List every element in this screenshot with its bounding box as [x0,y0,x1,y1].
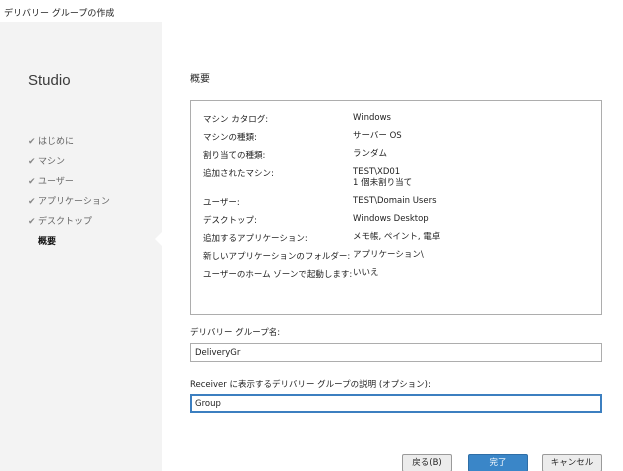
back-button[interactable]: 戻る(B) [402,454,452,471]
window-title: デリバリー グループの作成 [4,9,115,19]
step-label: 概要 [38,237,57,247]
step-label: マシン [38,157,66,167]
summary-label: ユーザー: [203,198,240,208]
description-label: Receiver に表示するデリバリー グループの説明 (オプション): [190,380,431,390]
summary-label: デスクトップ: [203,216,257,226]
check-icon: ✔ [28,137,36,147]
summary-label: 追加するアプリケーション: [203,234,308,244]
check-icon: ✔ [28,157,36,167]
summary-label: 追加されたマシン: [203,169,274,179]
step-applications[interactable]: ✔ アプリケーション [28,192,110,212]
check-icon: ✔ [28,197,36,207]
title-bar: デリバリー グループの作成 [0,0,623,22]
check-icon: ✔ [28,217,36,227]
step-summary[interactable]: 概要 [28,232,110,252]
summary-value: サーバー OS [353,131,402,141]
summary-label: マシン カタログ: [203,115,269,125]
cancel-button[interactable]: キャンセル [542,454,602,471]
summary-label: ユーザーのホーム ゾーンで起動します: [203,270,353,280]
step-desktops[interactable]: ✔ デスクトップ [28,212,110,232]
step-users[interactable]: ✔ ユーザー [28,172,110,192]
summary-value: メモ帳, ペイント, 電卓 [353,232,441,242]
group-name-label: デリバリー グループ名: [190,328,281,338]
step-label: はじめに [38,137,75,147]
summary-value: ランダム [353,149,388,159]
step-intro[interactable]: ✔ はじめに [28,132,110,152]
step-label: アプリケーション [38,197,110,207]
summary-value: Windows [353,113,391,123]
wizard-steps: ✔ はじめに ✔ マシン ✔ ユーザー ✔ アプリケーション ✔ デスクトップ 概要 [28,132,110,252]
finish-button[interactable]: 完了 [468,454,528,471]
summary-box: マシン カタログ: Windows マシンの種類: サーバー OS 割り当ての種… [190,100,602,315]
studio-brand: Studio [28,72,71,89]
page-title: 概要 [190,74,210,85]
summary-value-secondary: 1 個未割り当て [353,178,413,188]
check-icon: ✔ [28,177,36,187]
current-step-pointer [155,232,162,246]
summary-value: Windows Desktop [353,214,429,224]
summary-value: アプリケーション\ [353,250,424,260]
step-machines[interactable]: ✔ マシン [28,152,110,172]
summary-label: マシンの種類: [203,133,257,143]
summary-value: TEST\XD01 [353,167,401,177]
step-label: デスクトップ [38,217,93,227]
main-panel: 概要 マシン カタログ: Windows マシンの種類: サーバー OS 割り当… [162,22,623,471]
wizard-sidebar: Studio ✔ はじめに ✔ マシン ✔ ユーザー ✔ アプリケーション ✔ デスクトッ… [0,22,162,471]
summary-label: 新しいアプリケーションのフォルダー: [203,252,351,262]
step-label: ユーザー [38,177,74,187]
summary-value: TEST\Domain Users [353,196,437,206]
summary-value: いいえ [353,268,379,278]
group-name-input[interactable] [190,343,602,362]
description-input[interactable] [190,394,602,413]
summary-label: 割り当ての種類: [203,151,266,161]
